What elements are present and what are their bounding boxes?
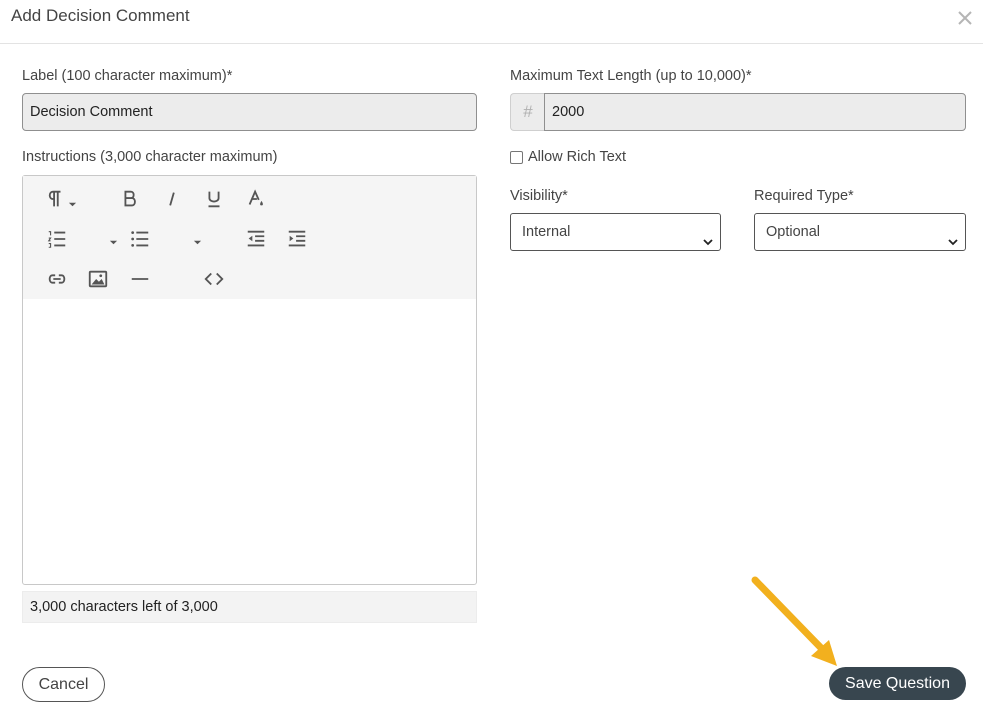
chevron-down-icon <box>947 226 959 246</box>
max-length-label: Maximum Text Length (up to 10,000)* <box>510 68 752 84</box>
ordered-list-caret-icon[interactable] <box>109 234 118 245</box>
required-type-value: Optional <box>766 224 821 240</box>
visibility-select[interactable]: Internal <box>510 213 721 251</box>
paragraph-icon[interactable] <box>42 186 68 212</box>
indent-icon[interactable] <box>284 226 310 252</box>
editor-toolbar <box>23 176 476 299</box>
hash-prefix: # <box>510 93 545 131</box>
char-count: 3,000 characters left of 3,000 <box>22 591 477 623</box>
horizontal-rule-icon[interactable] <box>127 266 153 292</box>
max-length-group: # 2000 <box>510 93 966 131</box>
save-question-button[interactable]: Save Question <box>829 667 966 700</box>
outdent-icon[interactable] <box>243 226 269 252</box>
code-view-icon[interactable] <box>201 266 227 292</box>
link-icon[interactable] <box>44 266 70 292</box>
instructions-label: Instructions (3,000 character maximum) <box>22 149 278 165</box>
instructions-editor[interactable] <box>22 175 477 585</box>
chevron-down-icon <box>702 226 714 246</box>
modal-title: Add Decision Comment <box>11 6 190 25</box>
label-input[interactable]: Decision Comment <box>22 93 477 131</box>
max-length-input[interactable]: 2000 <box>544 93 966 131</box>
unordered-list-caret-icon[interactable] <box>193 234 202 245</box>
underline-icon[interactable] <box>201 186 227 212</box>
visibility-label: Visibility* <box>510 188 568 204</box>
paragraph-caret-icon[interactable] <box>68 196 77 207</box>
cancel-button[interactable]: Cancel <box>22 667 105 702</box>
modal-header: Add Decision Comment <box>0 0 983 44</box>
allow-rich-text-label: Allow Rich Text <box>528 149 627 165</box>
allow-rich-text-checkbox[interactable] <box>510 150 523 164</box>
allow-rich-text-row[interactable]: Allow Rich Text <box>510 149 626 165</box>
visibility-value: Internal <box>522 224 571 240</box>
close-icon[interactable] <box>955 8 975 28</box>
required-type-select[interactable]: Optional <box>754 213 966 251</box>
image-icon[interactable] <box>85 266 111 292</box>
text-color-icon[interactable] <box>243 186 269 212</box>
required-type-label: Required Type* <box>754 188 854 204</box>
annotation-arrow-icon <box>751 576 837 666</box>
unordered-list-icon[interactable] <box>127 226 153 252</box>
label-field-label: Label (100 character maximum)* <box>22 68 233 84</box>
italic-icon[interactable] <box>159 186 185 212</box>
ordered-list-icon[interactable] <box>44 226 70 252</box>
bold-icon[interactable] <box>117 186 143 212</box>
